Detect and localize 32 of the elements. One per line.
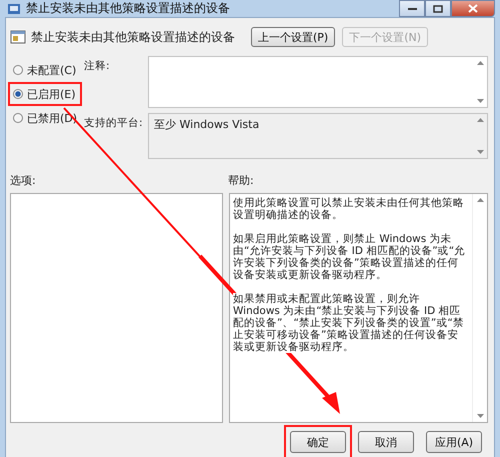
platform-label: 支持的平台: xyxy=(83,116,144,131)
dialog-button[interactable]: 确定 xyxy=(290,431,346,453)
minimize-button[interactable] xyxy=(399,0,425,17)
scrollbar[interactable] xyxy=(472,194,487,422)
scroll-up-icon xyxy=(476,118,484,122)
comment-label: 注释: xyxy=(83,59,111,74)
radio-button[interactable] xyxy=(13,113,23,123)
window-title: 禁止安装未由其他策略设置描述的设备 xyxy=(26,0,230,17)
platform-value: 至少 Windows Vista xyxy=(153,117,260,133)
radio-label[interactable]: 已启用(E) xyxy=(27,86,76,102)
dialog-button[interactable]: 取消 xyxy=(358,431,414,453)
scroll-up-icon xyxy=(476,61,484,65)
scroll-down-icon xyxy=(476,414,484,418)
settings-page-icon xyxy=(10,29,26,45)
radio-label[interactable]: 未配置(C) xyxy=(27,62,76,78)
nav-button[interactable]: 上一个设置(P) xyxy=(250,27,336,47)
scroll-down-icon xyxy=(476,150,484,154)
options-label: 选项: xyxy=(10,173,37,189)
maximize-icon xyxy=(433,4,443,12)
scroll-down-icon xyxy=(476,99,484,103)
policy-icon xyxy=(7,2,21,16)
scroll-up-icon xyxy=(476,198,484,202)
setting-title: 禁止安装未由其他策略设置描述的设备 xyxy=(31,28,235,46)
dialog-button[interactable]: 应用(A) xyxy=(426,431,482,453)
help-label: 帮助: xyxy=(228,173,254,189)
close-icon xyxy=(468,4,478,13)
maximize-button[interactable] xyxy=(425,0,451,17)
close-button[interactable] xyxy=(451,0,495,17)
radio-button[interactable] xyxy=(13,89,23,99)
comment-field[interactable] xyxy=(148,56,488,108)
minimize-icon xyxy=(408,7,416,10)
radio-button[interactable] xyxy=(13,65,23,75)
